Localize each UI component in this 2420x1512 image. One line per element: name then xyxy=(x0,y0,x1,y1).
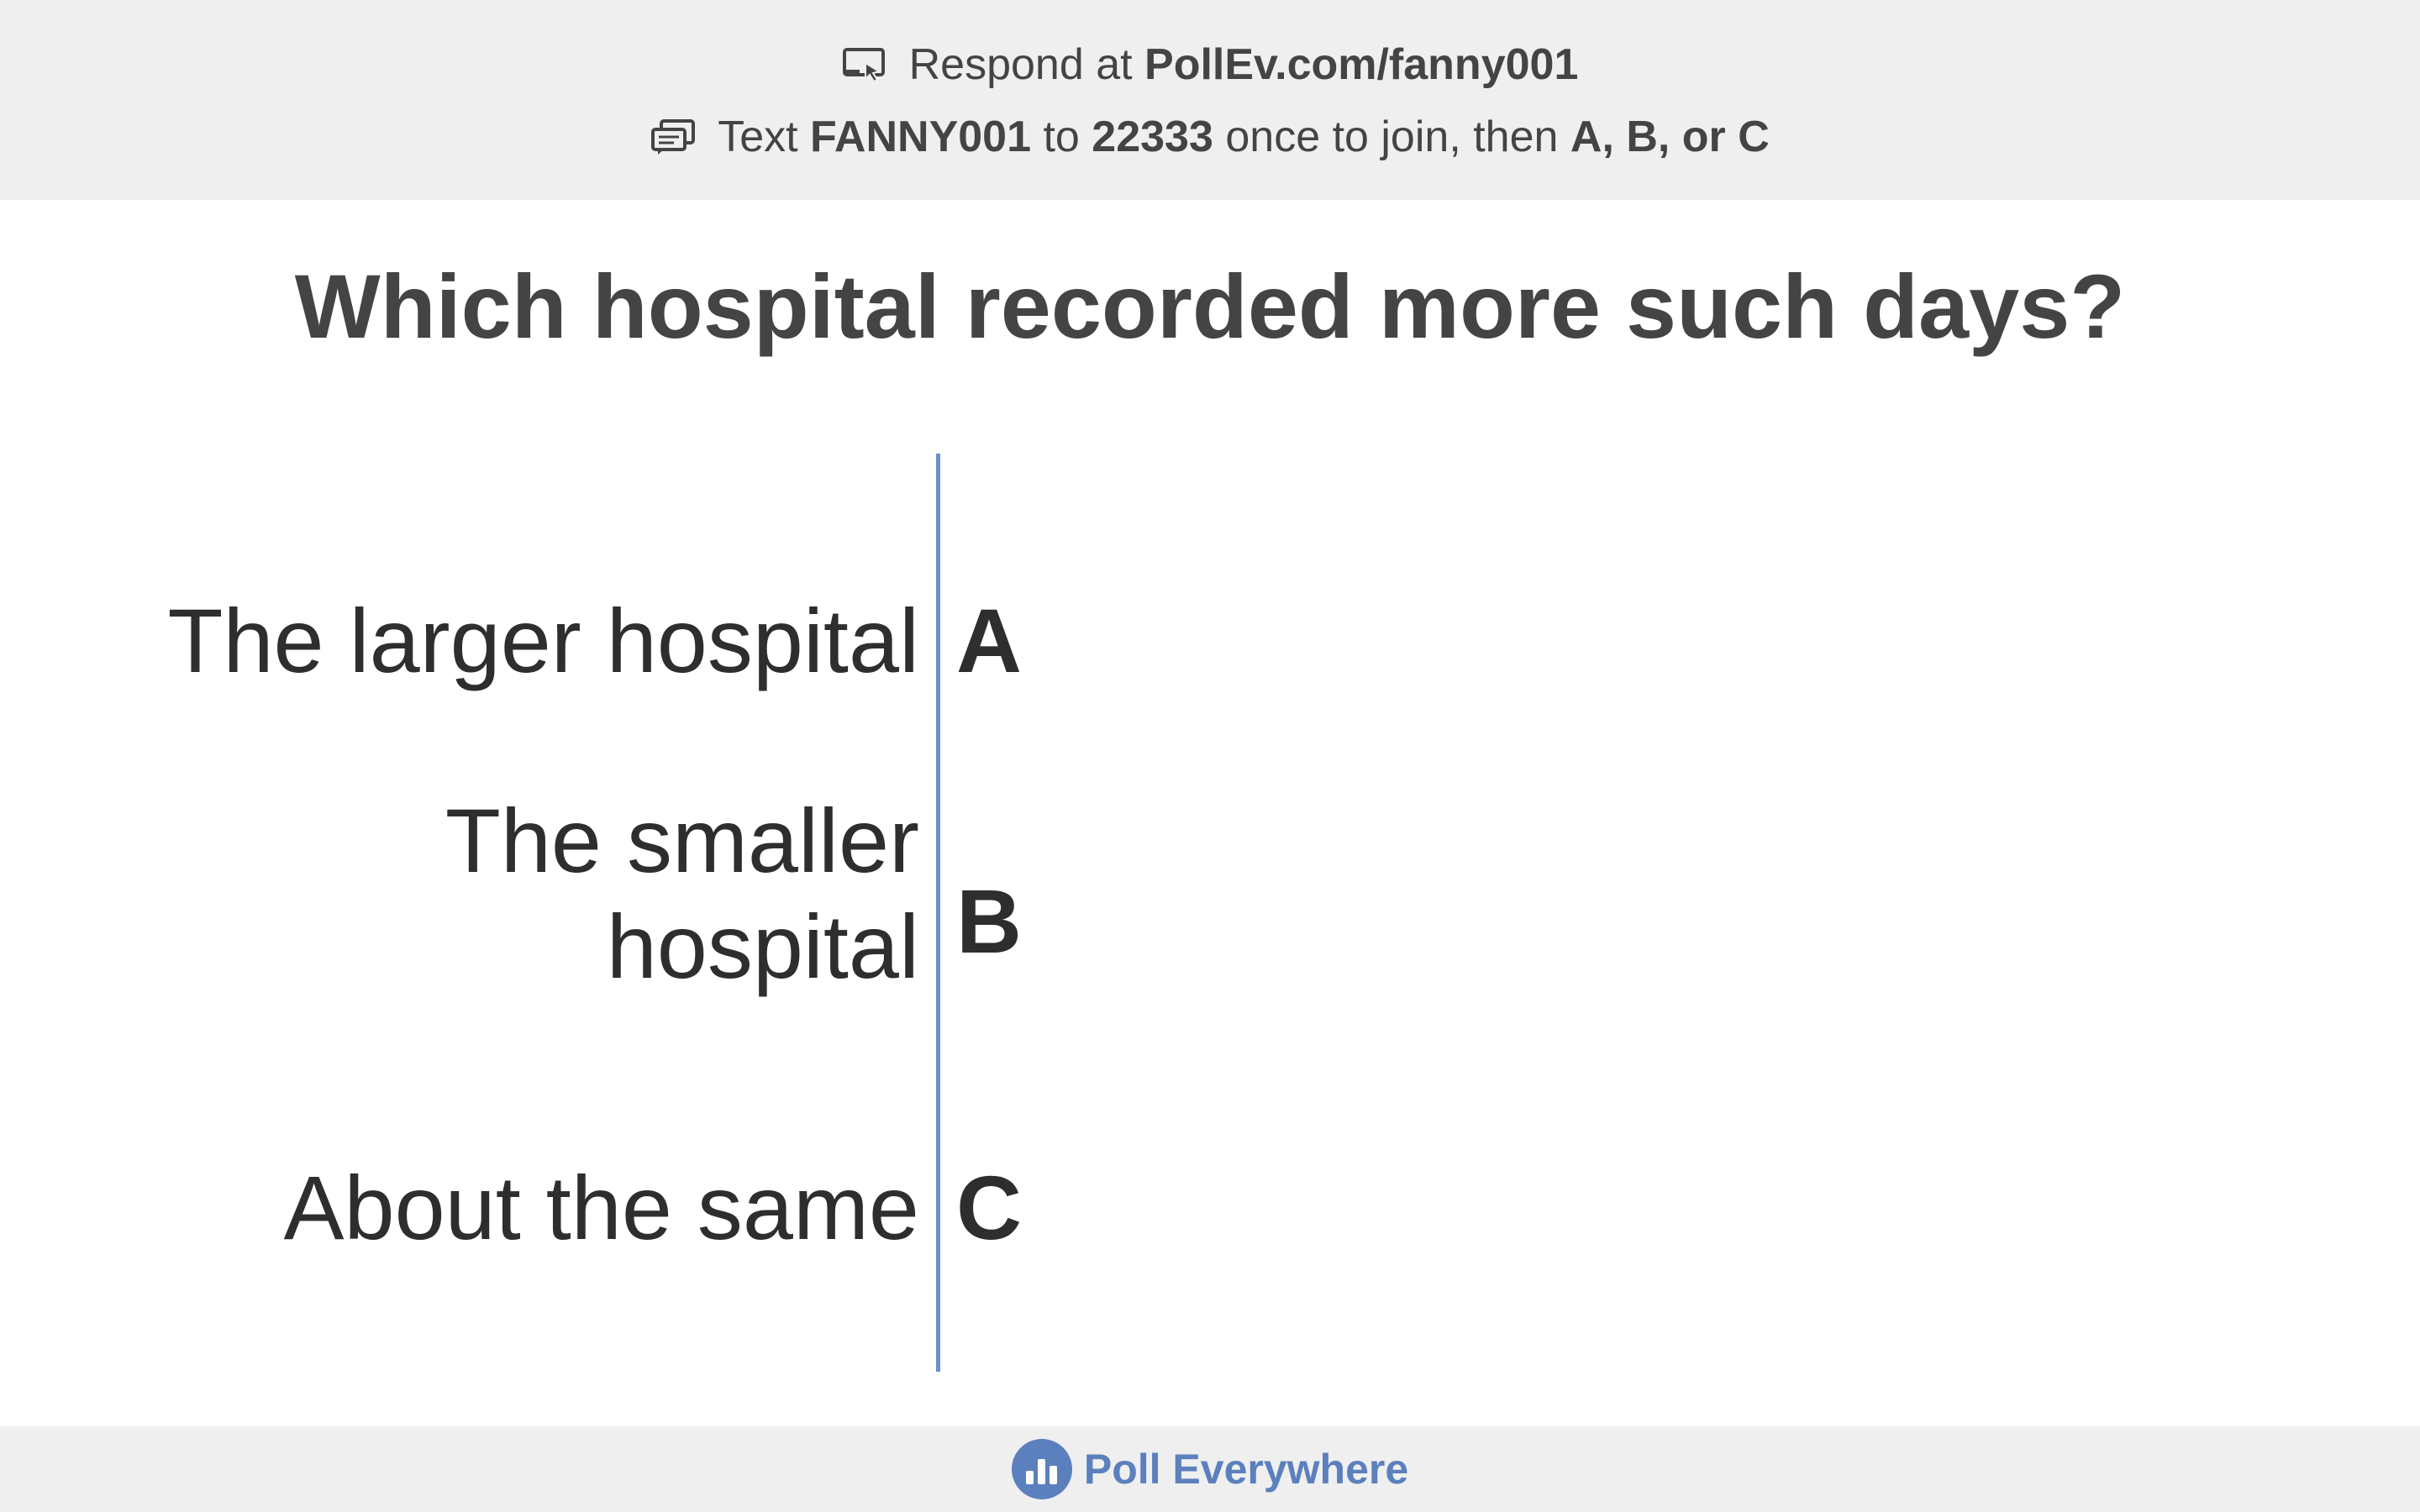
text-prefix: Text xyxy=(718,113,798,161)
poll-everywhere-logo-icon xyxy=(1011,1439,1072,1499)
question-title: Which hospital recorded more such days? xyxy=(294,255,2126,357)
option-a-letter: A xyxy=(956,590,1022,691)
option-b-label-line1: The smaller xyxy=(445,790,919,891)
option-c-label: About the same xyxy=(283,1157,919,1258)
brand-name: Poll Everywhere xyxy=(1083,1446,1409,1493)
option-b-letter: B xyxy=(956,870,1022,972)
response-chart: The larger hospital A The smaller hospit… xyxy=(0,454,2420,1378)
poll-slide: Respond at PollEv.com/fanny001 Text FANN… xyxy=(0,0,2420,1512)
text-message-icon xyxy=(650,118,696,155)
text-number: 22333 xyxy=(1092,113,1213,161)
text-to: to xyxy=(1043,113,1080,161)
respond-url[interactable]: PollEv.com/fanny001 xyxy=(1144,39,1578,90)
screen-cursor-icon xyxy=(842,46,887,83)
option-b-label: The smaller hospital xyxy=(113,788,919,1000)
chart-axis-line xyxy=(936,454,940,1372)
text-code: FANNY001 xyxy=(810,113,1032,161)
text-middle: once to join, then xyxy=(1225,113,1559,161)
text-choices: A, B, or C xyxy=(1570,113,1770,161)
option-a-label: The larger hospital xyxy=(167,590,919,691)
option-c-letter: C xyxy=(956,1157,1022,1258)
respond-prefix: Respond at xyxy=(908,40,1133,89)
option-b-label-line2: hospital xyxy=(606,895,919,997)
text-instruction: Text FANNY001 to 22333 once to join, the… xyxy=(0,108,2420,166)
poll-everywhere-brand[interactable]: Poll Everywhere xyxy=(1011,1439,1409,1499)
respond-instruction: Respond at PollEv.com/fanny001 xyxy=(0,35,2420,94)
instructions-bar: Respond at PollEv.com/fanny001 Text FANN… xyxy=(0,0,2420,200)
footer-bar: Poll Everywhere xyxy=(0,1426,2420,1512)
